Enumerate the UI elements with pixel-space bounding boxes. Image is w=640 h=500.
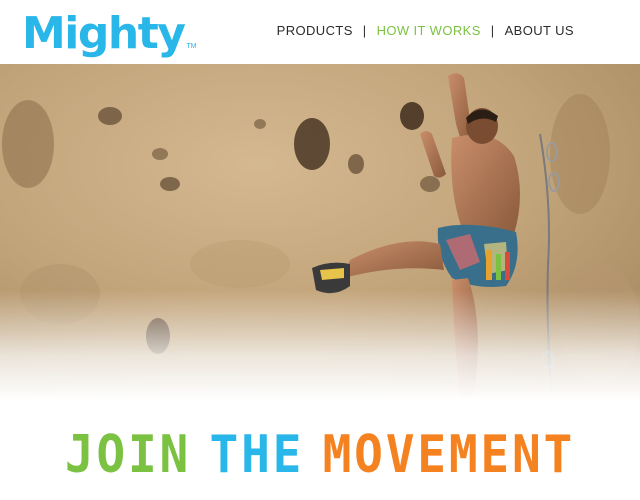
trademark-mark: TM (186, 43, 197, 50)
mighty-logo[interactable]: Mighty TM (22, 4, 197, 56)
site-header: Mighty TM PRODUCTS | HOW IT WORKS | ABOU… (0, 0, 640, 64)
nav-about-us[interactable]: ABOUT US (505, 23, 574, 38)
join-the-movement-heading: JOIN THE MOVEMENT (26, 420, 615, 490)
hero-image (0, 64, 640, 400)
hero-fade-overlay (0, 290, 640, 400)
nav-products[interactable]: PRODUCTS (277, 23, 353, 38)
tagline-word-the: THE (209, 425, 305, 485)
logo-wordmark: Mighty (22, 8, 186, 59)
main-nav: PRODUCTS | HOW IT WORKS | ABOUT US (277, 23, 574, 38)
nav-separator: | (362, 23, 367, 38)
tagline-word-join: JOIN (64, 425, 192, 485)
tagline-word-movement: MOVEMENT (322, 425, 576, 485)
nav-how-it-works[interactable]: HOW IT WORKS (377, 23, 481, 38)
nav-separator: | (490, 23, 495, 38)
